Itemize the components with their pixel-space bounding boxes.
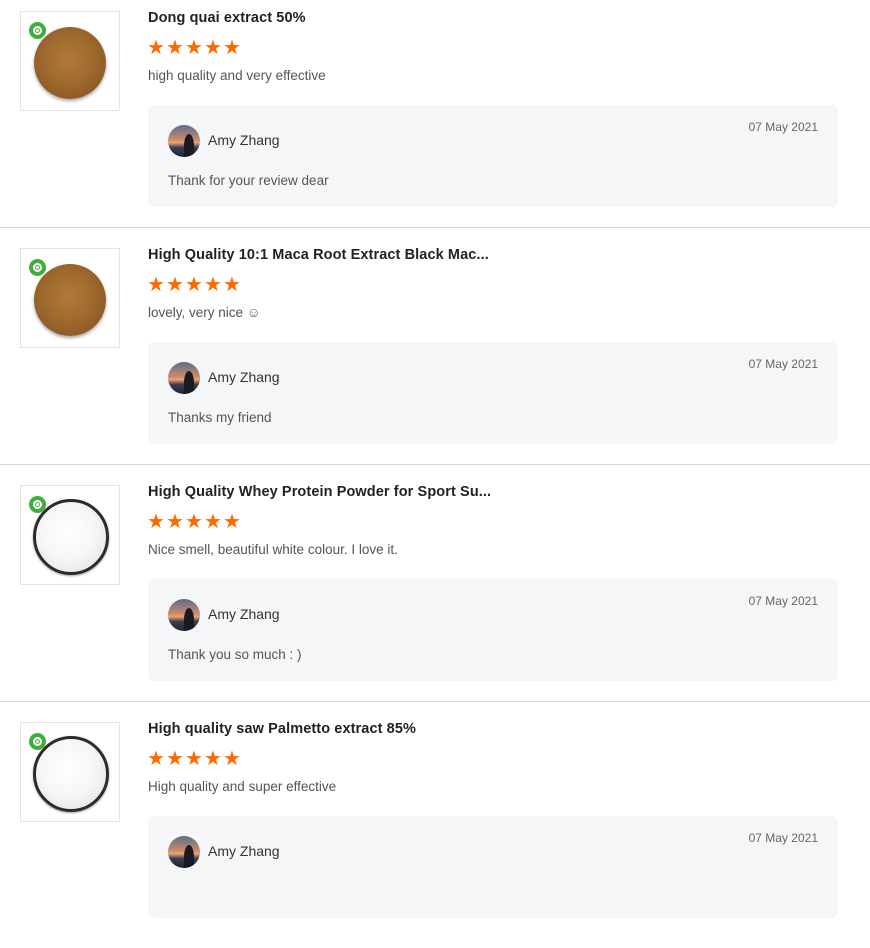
seller-reply: Amy Zhang 07 May 2021 Thank for your rev… xyxy=(148,105,838,207)
reply-author: Amy Zhang xyxy=(208,606,280,622)
star-icon: ★ xyxy=(147,748,165,770)
star-icon: ★ xyxy=(223,274,241,296)
review-item: Dong quai extract 50% ★★★★★ high quality… xyxy=(0,0,870,237)
reply-author: Amy Zhang xyxy=(208,843,280,859)
star-icon: ★ xyxy=(223,748,241,770)
verified-badge-icon xyxy=(29,496,46,513)
review-comment: high quality and very effective xyxy=(148,68,326,83)
reply-date: 07 May 2021 xyxy=(748,594,818,608)
review-comment: lovely, very nice ☺ xyxy=(148,305,261,320)
product-image xyxy=(33,499,109,575)
review-item: High quality saw Palmetto extract 85% ★★… xyxy=(0,711,870,948)
product-thumbnail[interactable] xyxy=(20,248,120,348)
star-icon: ★ xyxy=(185,274,203,296)
avatar xyxy=(168,836,200,868)
verified-badge-icon xyxy=(29,259,46,276)
divider xyxy=(0,227,870,228)
product-thumbnail[interactable] xyxy=(20,485,120,585)
star-rating: ★★★★★ xyxy=(147,748,242,770)
verified-badge-icon xyxy=(29,22,46,39)
reply-author: Amy Zhang xyxy=(208,369,280,385)
product-title[interactable]: Dong quai extract 50% xyxy=(148,10,306,26)
star-icon: ★ xyxy=(204,748,222,770)
reply-date: 07 May 2021 xyxy=(748,120,818,134)
star-icon: ★ xyxy=(147,274,165,296)
star-icon: ★ xyxy=(223,37,241,59)
product-title[interactable]: High quality saw Palmetto extract 85% xyxy=(148,721,416,737)
reply-author: Amy Zhang xyxy=(208,132,280,148)
star-rating: ★★★★★ xyxy=(147,37,242,59)
product-thumbnail[interactable] xyxy=(20,11,120,111)
divider xyxy=(0,701,870,702)
avatar xyxy=(168,362,200,394)
star-icon: ★ xyxy=(185,37,203,59)
seller-reply: Amy Zhang 07 May 2021 xyxy=(148,816,838,918)
seller-reply: Amy Zhang 07 May 2021 Thank you so much … xyxy=(148,579,838,681)
seller-reply: Amy Zhang 07 May 2021 Thanks my friend xyxy=(148,342,838,444)
product-image xyxy=(34,27,106,99)
star-icon: ★ xyxy=(166,511,184,533)
divider xyxy=(0,464,870,465)
product-thumbnail[interactable] xyxy=(20,722,120,822)
star-icon: ★ xyxy=(147,511,165,533)
star-icon: ★ xyxy=(223,511,241,533)
star-icon: ★ xyxy=(204,511,222,533)
review-item: High Quality 10:1 Maca Root Extract Blac… xyxy=(0,237,870,474)
star-icon: ★ xyxy=(166,37,184,59)
star-icon: ★ xyxy=(185,748,203,770)
review-comment: High quality and super effective xyxy=(148,779,337,794)
product-title[interactable]: High Quality 10:1 Maca Root Extract Blac… xyxy=(148,247,489,263)
product-image xyxy=(34,264,106,336)
product-image xyxy=(33,736,109,812)
reply-text: Thank you so much : ) xyxy=(168,647,302,662)
star-icon: ★ xyxy=(204,37,222,59)
star-icon: ★ xyxy=(185,511,203,533)
star-icon: ★ xyxy=(166,274,184,296)
reply-text: Thanks my friend xyxy=(168,410,272,425)
star-rating: ★★★★★ xyxy=(147,274,242,296)
star-icon: ★ xyxy=(147,37,165,59)
review-item: High Quality Whey Protein Powder for Spo… xyxy=(0,474,870,711)
avatar xyxy=(168,125,200,157)
star-rating: ★★★★★ xyxy=(147,511,242,533)
product-title[interactable]: High Quality Whey Protein Powder for Spo… xyxy=(148,484,491,500)
reply-date: 07 May 2021 xyxy=(748,831,818,845)
verified-badge-icon xyxy=(29,733,46,750)
reply-date: 07 May 2021 xyxy=(748,357,818,371)
star-icon: ★ xyxy=(204,274,222,296)
avatar xyxy=(168,599,200,631)
star-icon: ★ xyxy=(166,748,184,770)
reply-text: Thank for your review dear xyxy=(168,173,329,188)
review-comment: Nice smell, beautiful white colour. I lo… xyxy=(148,542,398,557)
